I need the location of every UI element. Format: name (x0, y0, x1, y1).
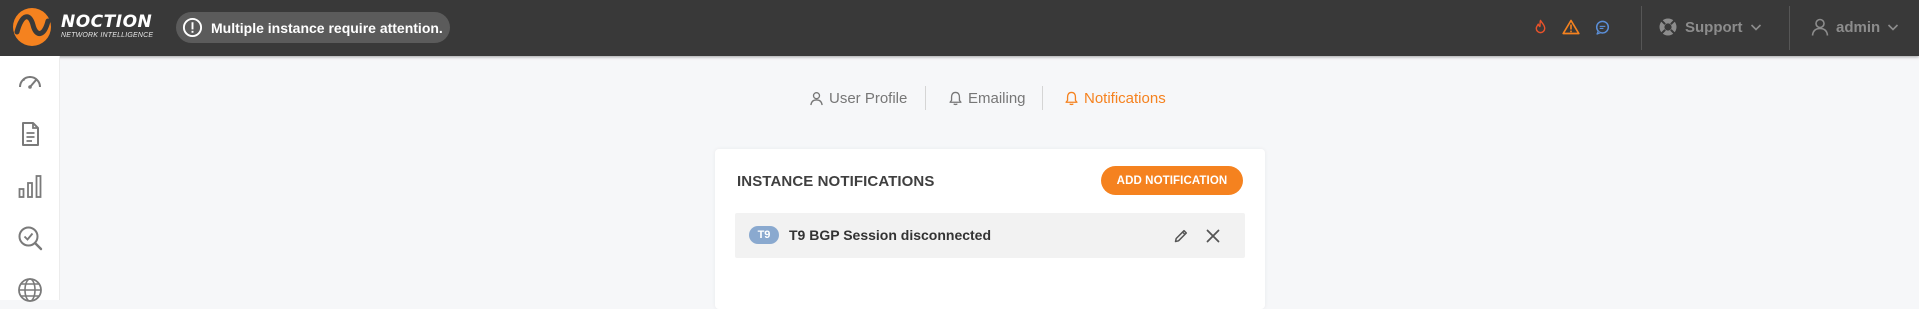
header-divider (1789, 6, 1790, 50)
add-notification-button[interactable]: ADD NOTIFICATION (1101, 166, 1243, 195)
search-check-icon (18, 226, 43, 251)
exclamation-circle-icon (182, 17, 203, 38)
chat-bubble-icon[interactable] (1590, 15, 1614, 39)
settings-tabs: User Profile Emailing Notifications (0, 86, 1919, 110)
brand-tagline: NETWORK INTELLIGENCE (61, 32, 154, 39)
tab-label: Notifications (1084, 89, 1166, 107)
sidebar-item-troubleshooting[interactable] (14, 222, 46, 254)
support-label: Support (1685, 18, 1743, 36)
sidebar-item-statistics[interactable] (14, 170, 46, 202)
user-menu[interactable]: admin (1810, 15, 1899, 39)
flame-icon[interactable] (1528, 15, 1552, 39)
tab-label: Emailing (968, 89, 1026, 107)
delete-notification-button[interactable] (1201, 224, 1225, 248)
close-icon (1206, 229, 1220, 243)
document-icon (22, 122, 39, 146)
user-icon (1811, 18, 1829, 36)
edit-notification-button[interactable] (1169, 224, 1193, 248)
logo[interactable]: NOCTION NETWORK INTELLIGENCE (10, 7, 160, 49)
top-bar: NOCTION NETWORK INTELLIGENCE Multiple in… (0, 0, 1919, 56)
tab-user-profile[interactable]: User Profile (809, 86, 907, 110)
sidebar-item-global[interactable] (14, 274, 46, 306)
username-label: admin (1836, 18, 1881, 36)
lifebuoy-icon (1659, 18, 1677, 36)
user-icon (810, 91, 823, 105)
alert-text: Multiple instance require attention. (211, 19, 443, 36)
header-divider (1641, 6, 1642, 50)
tab-emailing[interactable]: Emailing (948, 86, 1026, 110)
chevron-down-icon (1888, 24, 1899, 31)
notification-label: T9 BGP Session disconnected (789, 227, 992, 243)
notification-row: T9 T9 BGP Session disconnected (735, 213, 1245, 258)
instance-notifications-card: INSTANCE NOTIFICATIONS ADD NOTIFICATION … (715, 149, 1265, 309)
tab-label: User Profile (829, 89, 908, 107)
chevron-down-icon (1750, 24, 1761, 31)
instance-badge: T9 (749, 226, 779, 244)
pencil-icon (1174, 229, 1188, 243)
warning-triangle-icon[interactable] (1559, 15, 1583, 39)
bell-icon (1065, 91, 1078, 105)
noction-logo-icon (13, 8, 51, 46)
tab-notifications[interactable]: Notifications (1064, 86, 1166, 110)
instance-alert-banner[interactable]: Multiple instance require attention. (176, 12, 450, 43)
sidebar-item-reports[interactable] (14, 118, 46, 150)
tab-divider (1042, 86, 1043, 110)
card-title: INSTANCE NOTIFICATIONS (737, 173, 935, 190)
bar-chart-icon (18, 175, 42, 198)
bell-icon (949, 91, 962, 105)
support-menu[interactable]: Support (1658, 15, 1762, 39)
logo-text: NOCTION NETWORK INTELLIGENCE (61, 13, 153, 40)
tab-divider (925, 86, 926, 110)
brand-name: NOCTION (61, 12, 153, 32)
